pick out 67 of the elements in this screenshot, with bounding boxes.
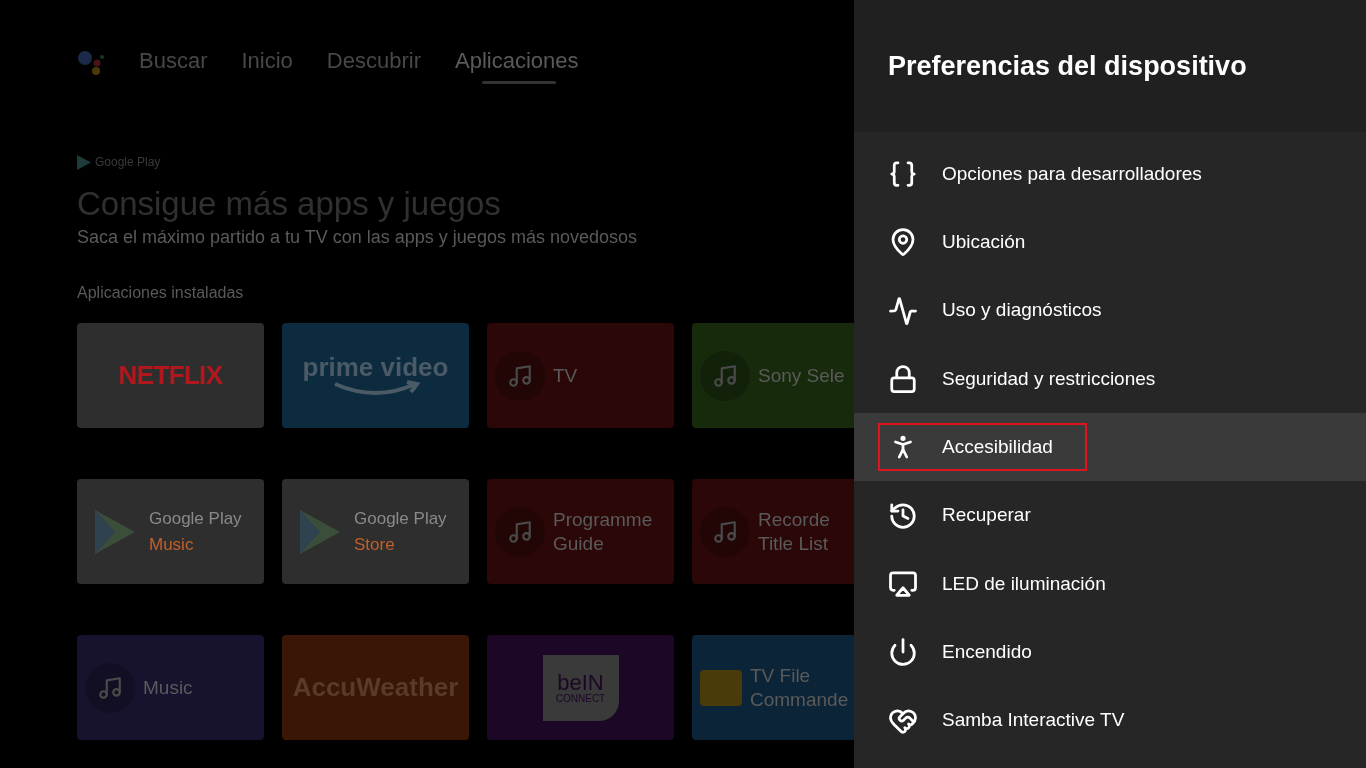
assistant-dots-icon	[77, 48, 105, 77]
app-icon	[700, 506, 750, 557]
app-logo-text: prime video	[302, 353, 449, 380]
menu-item[interactable]: Uso y diagnósticos	[854, 276, 1366, 345]
menu-item[interactable]: Ubicación	[854, 208, 1366, 277]
app-tile[interactable]: NETFLIX	[77, 323, 264, 429]
menu-item[interactable]: Encendido	[854, 618, 1366, 687]
app-label: TV	[553, 363, 578, 388]
lock-icon	[888, 364, 918, 395]
menu-label: Seguridad y restricciones	[942, 366, 1156, 391]
folder-icon	[700, 669, 742, 706]
app-icon	[495, 350, 545, 401]
menu-item[interactable]: Recuperar	[854, 481, 1366, 550]
app-tile[interactable]: TV	[487, 323, 674, 429]
menu-item[interactable]: LED de iluminación	[854, 549, 1366, 619]
app-tile[interactable]: Sony Sele	[692, 323, 854, 429]
panel-title: Preferencias del dispositivo	[888, 49, 1247, 83]
promo-subtitle: Saca el máximo partido a tu TV con las apps y juegos más novedosos	[77, 226, 638, 250]
menu-label: Uso y diagnósticos	[942, 298, 1102, 323]
nav-tab[interactable]: Inicio	[241, 44, 293, 81]
app-tile[interactable]: Google Play Music	[77, 479, 264, 585]
menu-label: Samba Interactive TV	[942, 708, 1125, 733]
app-tile[interactable]: Recorde Title List	[692, 479, 854, 585]
app-label: Music	[149, 533, 195, 556]
app-label: Commande	[750, 687, 849, 712]
menu-item[interactable]: Opciones para desarrolladores	[854, 140, 1366, 209]
play-triangle-icon	[77, 154, 91, 170]
brand-label: Google Play	[95, 154, 161, 171]
app-label: Store	[354, 533, 396, 556]
menu-label: Opciones para desarrolladores	[942, 161, 1202, 186]
nav-tab[interactable]: Aplicaciones	[455, 44, 579, 81]
power-icon	[888, 637, 918, 668]
menu-label: Accesibilidad	[942, 435, 1053, 460]
app-label: Google Play	[149, 508, 242, 531]
section-heading: Aplicaciones instaladas	[77, 283, 245, 304]
menu-label: LED de iluminación	[942, 571, 1106, 596]
play-triangle-icon	[93, 507, 137, 556]
menu-label: Encendido	[942, 639, 1032, 664]
menu-label: Ubicación	[942, 230, 1026, 255]
menu-item[interactable]: Samba Interactive TV	[854, 686, 1366, 755]
menu-item[interactable]: Seguridad y restricciones	[854, 344, 1366, 414]
app-tile[interactable]: Programme Guide	[487, 479, 674, 585]
app-icon	[85, 662, 135, 713]
app-label: Programme	[553, 508, 653, 532]
app-icon	[495, 506, 545, 557]
braces-icon	[888, 159, 918, 190]
app-icon	[700, 350, 750, 401]
line-chart-icon	[888, 295, 918, 326]
menu-item[interactable]: Accesibilidad	[854, 413, 1366, 482]
nav-tab[interactable]: Buscar	[139, 44, 208, 81]
play-triangle-icon	[298, 507, 342, 556]
app-label: Title List	[758, 531, 830, 556]
nav-tab[interactable]: Descubrir	[326, 44, 421, 81]
app-label: Guide	[553, 531, 605, 556]
app-label: TV File	[750, 664, 812, 688]
app-logo-text: NETFLIX	[118, 359, 223, 393]
app-label: Sony Sele	[758, 363, 845, 388]
app-label: Music	[143, 675, 193, 700]
app-label: Google Play	[354, 508, 447, 531]
app-tile[interactable]: prime video	[282, 323, 469, 429]
app-tile[interactable]: Google Play Store	[282, 479, 469, 585]
app-tile[interactable]: Music	[77, 635, 264, 741]
screen-icon	[888, 568, 918, 599]
menu-label: Recuperar	[942, 503, 1031, 528]
history-icon	[888, 500, 918, 531]
app-label: Recorde	[758, 508, 830, 532]
app-tile[interactable]: TV File Commande	[692, 635, 854, 741]
